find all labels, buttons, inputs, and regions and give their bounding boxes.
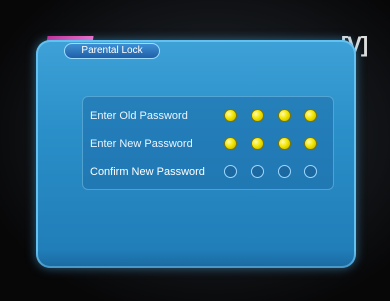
confirm-password-digit-4 [304,165,317,178]
new-password-row[interactable]: Enter New Password [90,135,330,153]
old-password-digit-4 [304,109,317,122]
old-password-digit-2 [251,109,264,122]
confirm-password-row[interactable]: Confirm New Password [90,163,330,181]
old-password-row[interactable]: Enter Old Password [90,107,330,125]
new-password-digit-1 [224,137,237,150]
new-password-label: Enter New Password [90,138,193,150]
new-password-digit-2 [251,137,264,150]
old-password-digit-3 [278,109,291,122]
dialog-title: Parental Lock [64,43,160,59]
new-password-digit-4 [304,137,317,150]
old-password-label: Enter Old Password [90,110,188,122]
confirm-password-digit-2 [251,165,264,178]
new-password-digit-3 [278,137,291,150]
confirm-password-digit-1 [224,165,237,178]
confirm-password-label: Confirm New Password [90,166,205,178]
old-password-digit-1 [224,109,237,122]
confirm-password-digit-3 [278,165,291,178]
